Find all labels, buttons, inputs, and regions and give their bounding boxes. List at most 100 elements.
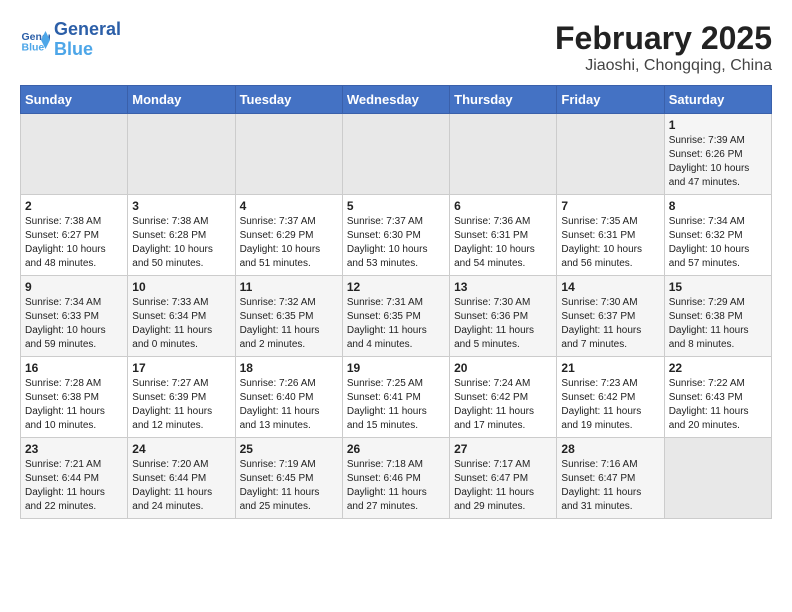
day-info: Sunrise: 7:25 AM Sunset: 6:41 PM Dayligh… [347, 377, 445, 433]
header-thursday: Thursday [450, 86, 557, 114]
day-cell: 18Sunrise: 7:26 AM Sunset: 6:40 PM Dayli… [235, 357, 342, 438]
title-area: February 2025 Jiaoshi, Chongqing, China [555, 20, 772, 75]
week-row-1: 2Sunrise: 7:38 AM Sunset: 6:27 PM Daylig… [21, 195, 772, 276]
logo-blue: Blue [54, 40, 121, 60]
day-info: Sunrise: 7:20 AM Sunset: 6:44 PM Dayligh… [132, 458, 230, 514]
day-number: 9 [25, 280, 123, 294]
day-number: 16 [25, 361, 123, 375]
day-number: 27 [454, 442, 552, 456]
day-number: 25 [240, 442, 338, 456]
day-number: 19 [347, 361, 445, 375]
week-row-3: 16 Sunrise: 7:28 AM Sunset: 6:38 PM Dayli… [21, 357, 772, 438]
day-cell: 3 Sunrise: 7:38 AM Sunset: 6:28 PM Daylig… [128, 195, 235, 276]
day-number: 28 [561, 442, 659, 456]
day-number: 10 [132, 280, 230, 294]
day-info: Sunrise: 7:34 AM Sunset: 6:33 PM Dayligh… [25, 296, 123, 352]
day-number: 6 [454, 199, 552, 213]
day-info: Sunrise: 7:24 AM Sunset: 6:42 PM Dayligh… [454, 377, 552, 433]
day-number: 18 [240, 361, 338, 375]
day-info: Sunrise: 7:39 AM Sunset: 6:26 PM Dayligh… [669, 134, 767, 190]
header: General Blue General Blue February 2025 … [20, 20, 772, 75]
header-monday: Monday [128, 86, 235, 114]
calendar-header: SundayMondayTuesdayWednesdayThursdayFrid… [21, 86, 772, 114]
day-number: 5 [347, 199, 445, 213]
header-sunday: Sunday [21, 86, 128, 114]
logo-icon: General Blue [20, 25, 50, 55]
day-cell: 28 Sunrise: 7:16 AM Sunset: 6:47 PM Dayli… [557, 438, 664, 519]
day-number: 24 [132, 442, 230, 456]
logo-general: General [54, 20, 121, 40]
week-row-0: 1 Sunrise: 7:39 AM Sunset: 6:26 PM Daylig… [21, 114, 772, 195]
day-number: 4 [240, 199, 338, 213]
day-cell: 21 Sunrise: 7:23 AM Sunset: 6:42 PM Dayli… [557, 357, 664, 438]
day-info: Sunrise: 7:34 AM Sunset: 6:32 PM Dayligh… [669, 215, 767, 271]
day-number: 22 [669, 361, 767, 375]
day-cell: 10Sunrise: 7:33 AM Sunset: 6:34 PM Dayli… [128, 276, 235, 357]
day-cell: 27 Sunrise: 7:17 AM Sunset: 6:47 PM Dayli… [450, 438, 557, 519]
day-info: Sunrise: 7:36 AM Sunset: 6:31 PM Dayligh… [454, 215, 552, 271]
page-title: February 2025 [555, 20, 772, 57]
day-number: 7 [561, 199, 659, 213]
day-cell: 5 Sunrise: 7:37 AM Sunset: 6:30 PM Daylig… [342, 195, 449, 276]
day-cell: 17Sunrise: 7:27 AM Sunset: 6:39 PM Dayli… [128, 357, 235, 438]
day-number: 1 [669, 118, 767, 132]
day-number: 21 [561, 361, 659, 375]
page-subtitle: Jiaoshi, Chongqing, China [555, 57, 772, 75]
day-info: Sunrise: 7:16 AM Sunset: 6:47 PM Dayligh… [561, 458, 659, 514]
header-saturday: Saturday [664, 86, 771, 114]
day-number: 11 [240, 280, 338, 294]
day-cell: 11 Sunrise: 7:32 AM Sunset: 6:35 PM Dayli… [235, 276, 342, 357]
day-info: Sunrise: 7:30 AM Sunset: 6:37 PM Dayligh… [561, 296, 659, 352]
day-cell: 16 Sunrise: 7:28 AM Sunset: 6:38 PM Dayli… [21, 357, 128, 438]
day-number: 23 [25, 442, 123, 456]
day-cell [557, 114, 664, 195]
day-info: Sunrise: 7:30 AM Sunset: 6:36 PM Dayligh… [454, 296, 552, 352]
day-info: Sunrise: 7:38 AM Sunset: 6:28 PM Dayligh… [132, 215, 230, 271]
day-cell [128, 114, 235, 195]
day-number: 8 [669, 199, 767, 213]
day-info: Sunrise: 7:32 AM Sunset: 6:35 PM Dayligh… [240, 296, 338, 352]
day-cell: 4 Sunrise: 7:37 AM Sunset: 6:29 PM Daylig… [235, 195, 342, 276]
day-cell: 12Sunrise: 7:31 AM Sunset: 6:35 PM Dayli… [342, 276, 449, 357]
day-info: Sunrise: 7:17 AM Sunset: 6:47 PM Dayligh… [454, 458, 552, 514]
day-cell: 1 Sunrise: 7:39 AM Sunset: 6:26 PM Daylig… [664, 114, 771, 195]
day-cell: 6 Sunrise: 7:36 AM Sunset: 6:31 PM Daylig… [450, 195, 557, 276]
day-number: 14 [561, 280, 659, 294]
day-info: Sunrise: 7:35 AM Sunset: 6:31 PM Dayligh… [561, 215, 659, 271]
day-info: Sunrise: 7:28 AM Sunset: 6:38 PM Dayligh… [25, 377, 123, 433]
day-number: 13 [454, 280, 552, 294]
day-cell: 14 Sunrise: 7:30 AM Sunset: 6:37 PM Dayli… [557, 276, 664, 357]
svg-text:Blue: Blue [22, 41, 45, 53]
day-info: Sunrise: 7:37 AM Sunset: 6:29 PM Dayligh… [240, 215, 338, 271]
day-info: Sunrise: 7:19 AM Sunset: 6:45 PM Dayligh… [240, 458, 338, 514]
calendar-table: SundayMondayTuesdayWednesdayThursdayFrid… [20, 85, 772, 519]
day-cell: 2Sunrise: 7:38 AM Sunset: 6:27 PM Daylig… [21, 195, 128, 276]
week-row-2: 9 Sunrise: 7:34 AM Sunset: 6:33 PM Daylig… [21, 276, 772, 357]
day-cell: 9 Sunrise: 7:34 AM Sunset: 6:33 PM Daylig… [21, 276, 128, 357]
day-cell [450, 114, 557, 195]
week-row-4: 23 Sunrise: 7:21 AM Sunset: 6:44 PM Dayli… [21, 438, 772, 519]
header-friday: Friday [557, 86, 664, 114]
day-cell: 22Sunrise: 7:22 AM Sunset: 6:43 PM Dayli… [664, 357, 771, 438]
header-wednesday: Wednesday [342, 86, 449, 114]
logo: General Blue General Blue [20, 20, 121, 60]
day-cell: 23 Sunrise: 7:21 AM Sunset: 6:44 PM Dayli… [21, 438, 128, 519]
day-cell [21, 114, 128, 195]
day-info: Sunrise: 7:21 AM Sunset: 6:44 PM Dayligh… [25, 458, 123, 514]
day-cell: 19 Sunrise: 7:25 AM Sunset: 6:41 PM Dayli… [342, 357, 449, 438]
day-cell [235, 114, 342, 195]
day-info: Sunrise: 7:29 AM Sunset: 6:38 PM Dayligh… [669, 296, 767, 352]
day-cell: 8 Sunrise: 7:34 AM Sunset: 6:32 PM Daylig… [664, 195, 771, 276]
day-cell: 7 Sunrise: 7:35 AM Sunset: 6:31 PM Daylig… [557, 195, 664, 276]
header-row: SundayMondayTuesdayWednesdayThursdayFrid… [21, 86, 772, 114]
day-info: Sunrise: 7:23 AM Sunset: 6:42 PM Dayligh… [561, 377, 659, 433]
day-number: 3 [132, 199, 230, 213]
day-number: 26 [347, 442, 445, 456]
day-number: 20 [454, 361, 552, 375]
day-info: Sunrise: 7:31 AM Sunset: 6:35 PM Dayligh… [347, 296, 445, 352]
day-info: Sunrise: 7:18 AM Sunset: 6:46 PM Dayligh… [347, 458, 445, 514]
day-info: Sunrise: 7:37 AM Sunset: 6:30 PM Dayligh… [347, 215, 445, 271]
day-cell: 25 Sunrise: 7:19 AM Sunset: 6:45 PM Dayli… [235, 438, 342, 519]
day-info: Sunrise: 7:27 AM Sunset: 6:39 PM Dayligh… [132, 377, 230, 433]
day-cell [342, 114, 449, 195]
